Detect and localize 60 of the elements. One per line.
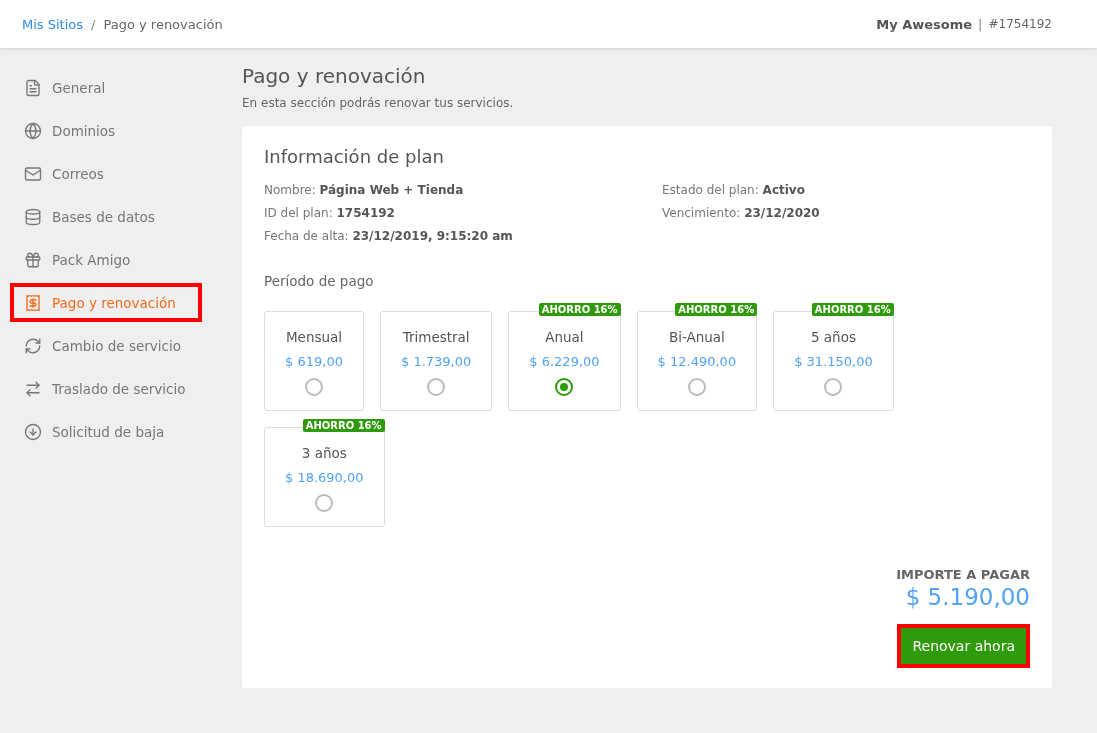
breadcrumb-separator: /	[91, 16, 96, 32]
plan-detail: Estado del plan: Activo	[662, 183, 806, 197]
down-arrow-circle-icon	[24, 422, 42, 441]
account-name: My Awesome	[876, 16, 973, 32]
total-label: IMPORTE A PAGAR	[896, 567, 1030, 582]
period-option[interactable]: Trimestral $ 1.739,00	[380, 311, 493, 411]
radio-button[interactable]	[555, 378, 574, 396]
refresh-icon	[24, 336, 42, 355]
period-name: Trimestral	[402, 329, 470, 345]
plan-detail: Nombre: Página Web + Tienda	[264, 183, 465, 197]
document-icon	[24, 78, 42, 97]
period-price: $ 18.690,00	[285, 470, 364, 485]
sidebar-item[interactable]: Solicitud de baja	[10, 412, 202, 451]
period-name: Mensual	[285, 329, 343, 345]
savings-tag: AHORRO 16%	[675, 303, 758, 316]
plan-detail: ID del plan: 1754192	[264, 206, 396, 220]
renew-button[interactable]: Renovar ahora	[897, 624, 1030, 668]
envelope-icon	[24, 164, 42, 183]
radio-button[interactable]	[687, 378, 706, 396]
radio-button[interactable]	[427, 378, 446, 396]
radio-button[interactable]	[305, 378, 323, 396]
radio-button[interactable]	[824, 378, 843, 396]
swap-arrows-icon	[24, 379, 42, 398]
section-title: Información de plan	[264, 146, 445, 167]
period-name: 3 años	[301, 445, 347, 461]
receipt-icon	[24, 293, 42, 312]
plan-detail: Vencimiento: 23/12/2020	[662, 206, 821, 220]
account-id: #1754192	[988, 17, 1052, 31]
sidebar-item[interactable]: Bases de datos	[10, 197, 202, 236]
period-name: 5 años	[810, 329, 856, 345]
sidebar-item[interactable]: Pago y renovación	[10, 283, 202, 322]
sidebar-item[interactable]: Correos	[10, 154, 202, 193]
period-price: $ 6.229,00	[529, 354, 600, 369]
sidebar-item[interactable]: Pack Amigo	[10, 240, 202, 279]
savings-tag: AHORRO 16%	[302, 419, 385, 432]
sidebar-item[interactable]: Dominios	[10, 111, 202, 150]
period-name: Bi-Anual	[668, 329, 725, 345]
period-option[interactable]: Mensual $ 619,00	[264, 311, 364, 411]
period-name: Anual	[545, 329, 584, 345]
period-price: $ 619,00	[285, 354, 343, 369]
globe-icon	[24, 121, 42, 140]
savings-tag: AHORRO 16%	[811, 303, 894, 316]
breadcrumb-current: Pago y renovación	[103, 16, 223, 32]
sidebar-item[interactable]: General	[10, 68, 202, 107]
database-icon	[24, 207, 42, 226]
sidebar-item[interactable]: Cambio de servicio	[10, 326, 202, 365]
period-price: $ 12.490,00	[657, 354, 737, 369]
page-title: Pago y renovación	[242, 64, 427, 88]
period-price: $ 31.150,00	[794, 354, 873, 369]
account-separator: |	[978, 16, 983, 32]
page-subtitle: En esta sección podrás renovar tus servicios.	[242, 96, 515, 110]
total-amount: $ 5.190,00	[905, 584, 1030, 610]
savings-tag: AHORRO 16%	[538, 303, 621, 316]
period-price: $ 1.739,00	[401, 354, 472, 369]
gift-icon	[24, 250, 42, 269]
radio-button[interactable]	[315, 494, 334, 512]
sidebar-item[interactable]: Traslado de servicio	[10, 369, 202, 408]
plan-detail: Fecha de alta: 23/12/2019, 9:15:20 am	[264, 229, 514, 243]
breadcrumb-link[interactable]: Mis Sitios	[22, 16, 84, 32]
section-subtitle: Período de pago	[264, 273, 375, 289]
